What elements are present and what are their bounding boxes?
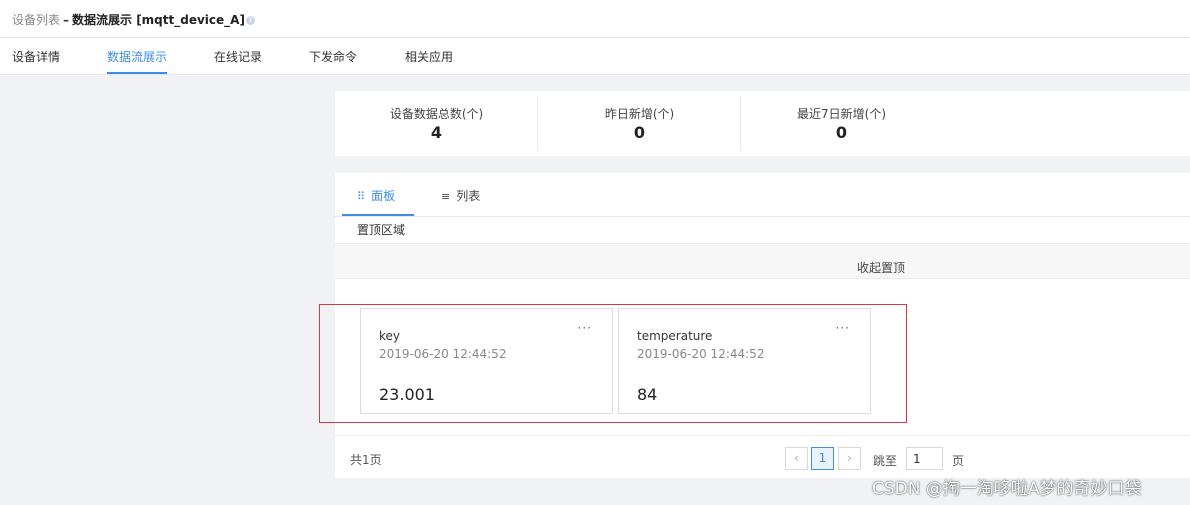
prev-page-button[interactable]: ‹ — [785, 447, 808, 470]
divider — [335, 216, 1190, 217]
highlight-box — [319, 304, 907, 423]
stat-yesterday: 昨日新增(个) 0 — [538, 91, 741, 156]
pinned-area-bar: 收起置顶 — [335, 243, 1190, 279]
tab-related-apps[interactable]: 相关应用 — [405, 48, 453, 65]
watermark: CSDN @掏一淘哆啦A梦的奇妙口袋 — [872, 479, 1142, 499]
tab-device-details[interactable]: 设备详情 — [12, 48, 60, 65]
collapse-pinned-button[interactable]: 收起置顶 — [857, 259, 905, 276]
tab-send-command[interactable]: 下发命令 — [309, 48, 357, 65]
jump-label: 跳至 — [873, 454, 898, 468]
tab-online-records[interactable]: 在线记录 — [214, 48, 262, 65]
stat-label: 设备数据总数(个) — [389, 107, 484, 121]
page-title: 数据流展示 [mqtt_device_A] — [72, 13, 245, 27]
view-tab-label: 列表 — [456, 189, 481, 203]
divider — [335, 435, 1190, 436]
breadcrumb: 设备列表 – 数据流展示 [mqtt_device_A]? — [12, 11, 255, 28]
grid-icon: ⠿ — [357, 190, 366, 203]
stat-total: 设备数据总数(个) 4 — [335, 91, 538, 156]
list-icon: ≡ — [441, 190, 451, 203]
page-1-button[interactable]: 1 — [811, 447, 834, 470]
view-tab-list[interactable]: ≡ 列表 — [441, 187, 480, 204]
header-bar: 设备列表 – 数据流展示 [mqtt_device_A]? — [0, 0, 1190, 38]
jump-page-input[interactable] — [906, 447, 943, 470]
pinned-area-title: 置顶区域 — [357, 223, 406, 237]
stat-value: 0 — [835, 123, 848, 142]
device-tabs: 设备详情 数据流展示 在线记录 下发命令 相关应用 — [0, 38, 1190, 75]
breadcrumb-separator: – — [63, 13, 70, 27]
stat-value: 0 — [633, 123, 646, 142]
stats-panel: 设备数据总数(个) 4 昨日新增(个) 0 最近7日新增(个) 0 — [335, 91, 1190, 156]
active-tab-indicator — [107, 72, 167, 74]
page-total: 共1页 — [350, 453, 382, 467]
question-circle-icon[interactable]: ? — [245, 16, 255, 25]
view-tab-label: 面板 — [371, 189, 396, 203]
stat-last-7-days: 最近7日新增(个) 0 — [740, 91, 943, 156]
stat-label: 昨日新增(个) — [604, 107, 675, 121]
jump-suffix: 页 — [952, 454, 965, 468]
tab-data-stream[interactable]: 数据流展示 — [107, 48, 167, 65]
view-tab-panel[interactable]: ⠿ 面板 — [357, 187, 395, 204]
stat-label: 最近7日新增(个) — [797, 107, 886, 121]
breadcrumb-device-list[interactable]: 设备列表 — [12, 13, 60, 27]
next-page-button[interactable]: › — [838, 447, 861, 470]
stat-value: 4 — [430, 123, 443, 142]
